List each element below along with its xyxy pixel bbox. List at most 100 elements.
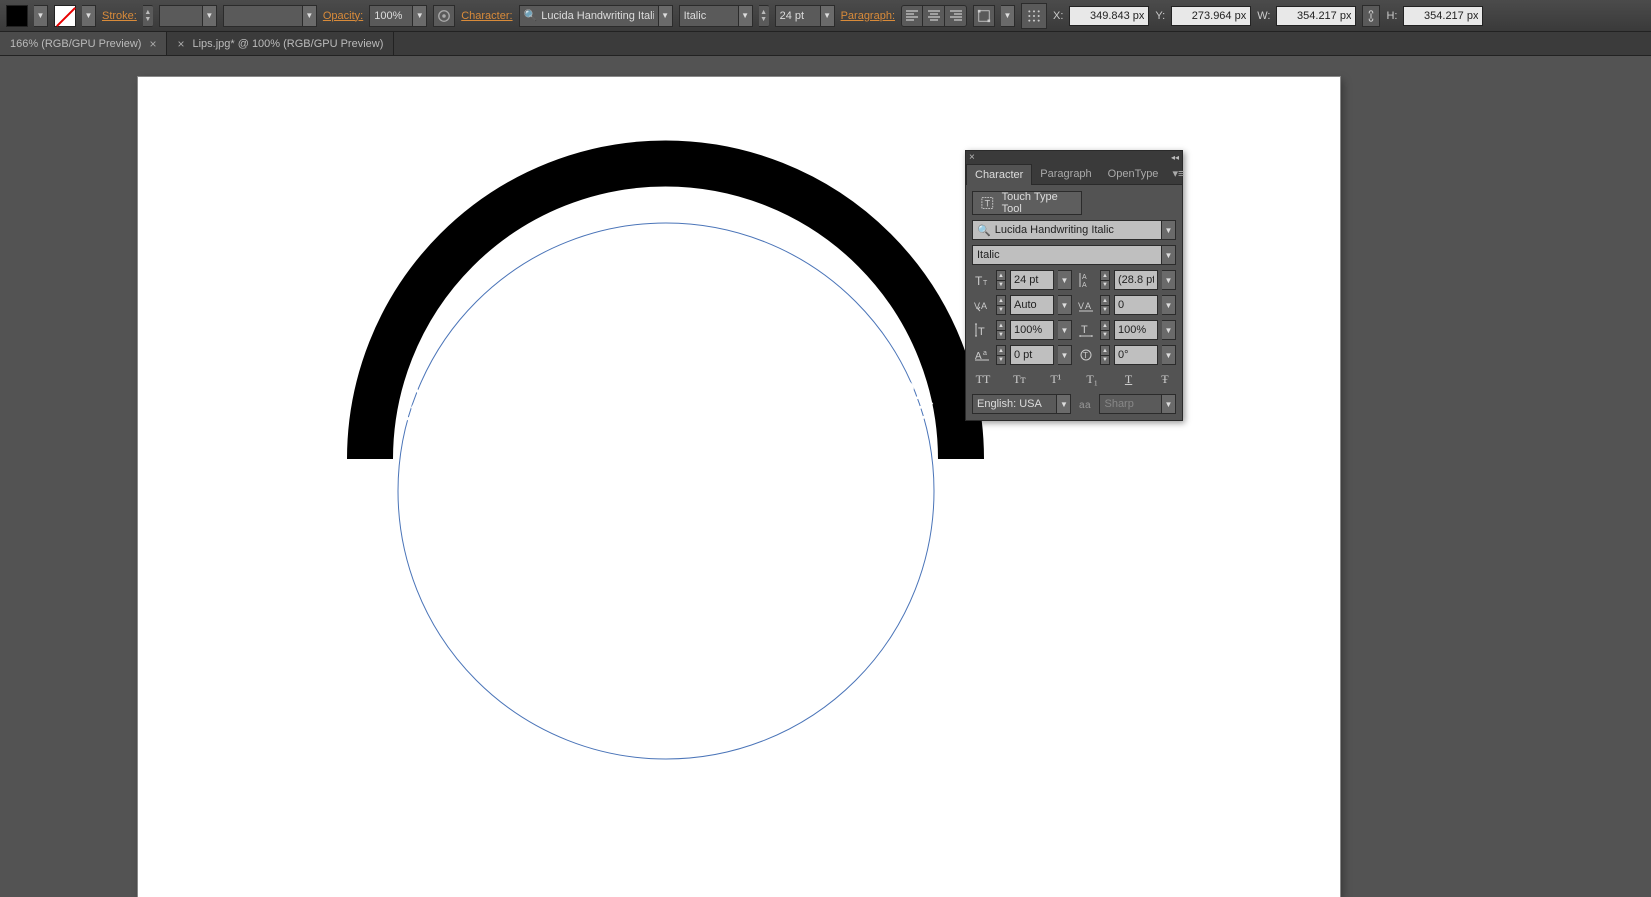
antialias-field[interactable] [1099, 394, 1162, 414]
font-size-field[interactable] [775, 5, 821, 27]
font-family-menu[interactable]: ▼ [659, 5, 673, 27]
char-rotation-icon: T [1076, 345, 1096, 365]
stroke-weight-stepper[interactable]: ▲▼ [143, 5, 153, 27]
tab-character[interactable]: Character [966, 164, 1032, 185]
stroke-weight-field[interactable] [159, 5, 203, 27]
svg-text:A: A [1082, 282, 1087, 288]
baseline-stepper[interactable]: ▲▼ [996, 345, 1006, 365]
font-size-stepper[interactable]: ▲▼ [759, 5, 769, 27]
panel-kerning-menu[interactable]: ▼ [1058, 295, 1072, 315]
rotation-stepper[interactable]: ▲▼ [1100, 345, 1110, 365]
panel-font-family-menu[interactable]: ▼ [1162, 220, 1176, 240]
leading-stepper[interactable]: ▲▼ [1100, 270, 1110, 290]
language-field[interactable] [972, 394, 1057, 414]
character-label[interactable]: Character: [461, 10, 512, 22]
document-tab-2[interactable]: × Lips.jpg* @ 100% (RGB/GPU Preview) [167, 32, 394, 55]
reference-point-icon [1027, 9, 1041, 23]
recolor-artwork-button[interactable] [433, 5, 455, 27]
y-field[interactable] [1171, 6, 1251, 26]
paragraph-label[interactable]: Paragraph: [841, 10, 895, 22]
search-icon: 🔍 [977, 224, 991, 237]
align-left-button[interactable] [901, 5, 923, 27]
constrain-proportions-button[interactable] [1362, 5, 1380, 27]
opacity-label[interactable]: Opacity: [323, 10, 363, 22]
tracking-stepper[interactable]: ▲▼ [1100, 295, 1110, 315]
close-icon[interactable]: × [149, 37, 156, 51]
document-tab-label: Lips.jpg* @ 100% (RGB/GPU Preview) [192, 38, 383, 50]
stroke-profile-field[interactable] [223, 5, 303, 27]
tracking-icon: VA [1076, 295, 1096, 315]
superscript-button[interactable]: T¹ [1045, 372, 1067, 387]
w-field[interactable] [1276, 6, 1356, 26]
align-right-button[interactable] [945, 5, 967, 27]
panel-kerning-field[interactable] [1010, 295, 1054, 315]
tab-paragraph[interactable]: Paragraph [1032, 164, 1099, 184]
align-center-button[interactable] [923, 5, 945, 27]
stroke-swatch-menu[interactable]: ▼ [82, 5, 96, 27]
hscale-stepper[interactable]: ▲▼ [1100, 320, 1110, 340]
stroke-label[interactable]: Stroke: [102, 10, 137, 22]
panel-baseline-menu[interactable]: ▼ [1058, 345, 1072, 365]
collapse-icon[interactable]: ◂◂ [1171, 153, 1179, 162]
panel-font-style-field[interactable] [972, 245, 1162, 265]
panel-vscale-menu[interactable]: ▼ [1058, 320, 1072, 340]
opacity-field[interactable] [369, 5, 413, 27]
text-arc-stroke[interactable] [370, 163, 961, 459]
document-tab-1[interactable]: 166% (RGB/GPU Preview) × [0, 32, 167, 55]
x-field[interactable] [1069, 6, 1149, 26]
panel-tracking-field[interactable] [1114, 295, 1158, 315]
stroke-profile-menu[interactable]: ▼ [303, 5, 317, 27]
h-field[interactable] [1403, 6, 1483, 26]
panel-titlebar[interactable]: × ◂◂ [966, 151, 1182, 163]
panel-vscale-field[interactable] [1010, 320, 1054, 340]
touch-type-tool-button[interactable]: T Touch Type Tool [972, 191, 1082, 215]
kerning-stepper[interactable]: ▲▼ [996, 295, 1006, 315]
underline-button[interactable]: T [1118, 372, 1140, 387]
panel-leading-menu[interactable]: ▼ [1162, 270, 1176, 290]
svg-text:V: V [1078, 301, 1084, 311]
panel-baseline-field[interactable] [1010, 345, 1054, 365]
font-size-stepper[interactable]: ▲▼ [996, 270, 1006, 290]
vscale-stepper[interactable]: ▲▼ [996, 320, 1006, 340]
font-size-menu[interactable]: ▼ [821, 5, 835, 27]
transform-panel-button[interactable] [973, 5, 995, 27]
small-caps-button[interactable]: Tᴛ [1008, 372, 1030, 387]
tab-opentype[interactable]: OpenType [1100, 164, 1167, 184]
workspace[interactable]: × Glencoe Dance Ensemble Kissing Booth ×… [0, 56, 1651, 895]
opacity-menu[interactable]: ▼ [413, 5, 427, 27]
font-style-menu[interactable]: ▼ [739, 5, 753, 27]
panel-menu-button[interactable]: ▾≡ [1166, 163, 1190, 184]
panel-rotation-menu[interactable]: ▼ [1162, 345, 1176, 365]
fill-swatch-menu[interactable]: ▼ [34, 5, 48, 27]
touch-type-icon: T [981, 196, 994, 210]
panel-font-style-menu[interactable]: ▼ [1162, 245, 1176, 265]
panel-tracking-menu[interactable]: ▼ [1162, 295, 1176, 315]
panel-leading-field[interactable] [1114, 270, 1158, 290]
font-style-field[interactable] [679, 5, 739, 27]
all-caps-button[interactable]: TT [972, 372, 994, 387]
antialias-menu[interactable]: ▼ [1162, 394, 1176, 414]
panel-hscale-menu[interactable]: ▼ [1162, 320, 1176, 340]
close-icon[interactable]: × [969, 152, 975, 163]
w-label: W: [1257, 10, 1270, 22]
close-icon[interactable]: × [177, 37, 184, 51]
panel-hscale-field[interactable] [1114, 320, 1158, 340]
fill-swatch[interactable] [6, 5, 28, 27]
panel-rotation-field[interactable] [1114, 345, 1158, 365]
reference-point-selector[interactable] [1021, 3, 1047, 29]
type-on-path-text[interactable]: Glencoe Dance Ensemble Kissing Booth [388, 250, 944, 429]
transform-panel-menu[interactable]: ▼ [1001, 5, 1015, 27]
panel-font-size-menu[interactable]: ▼ [1058, 270, 1072, 290]
font-family-field[interactable]: 🔍 [519, 5, 659, 27]
stroke-swatch[interactable] [54, 5, 76, 27]
language-menu[interactable]: ▼ [1057, 394, 1071, 414]
strikethrough-button[interactable]: Ŧ [1154, 372, 1176, 387]
svg-text:a: a [1085, 400, 1091, 411]
panel-font-size-field[interactable] [1010, 270, 1054, 290]
character-panel[interactable]: × ◂◂ Character Paragraph OpenType ▾≡ T T… [965, 150, 1183, 421]
leading-icon: AA [1076, 270, 1096, 290]
svg-text:A: A [981, 301, 987, 311]
stroke-weight-menu[interactable]: ▼ [203, 5, 217, 27]
subscript-button[interactable]: T₁ [1081, 372, 1103, 387]
panel-font-family-field[interactable]: 🔍 [972, 220, 1162, 240]
